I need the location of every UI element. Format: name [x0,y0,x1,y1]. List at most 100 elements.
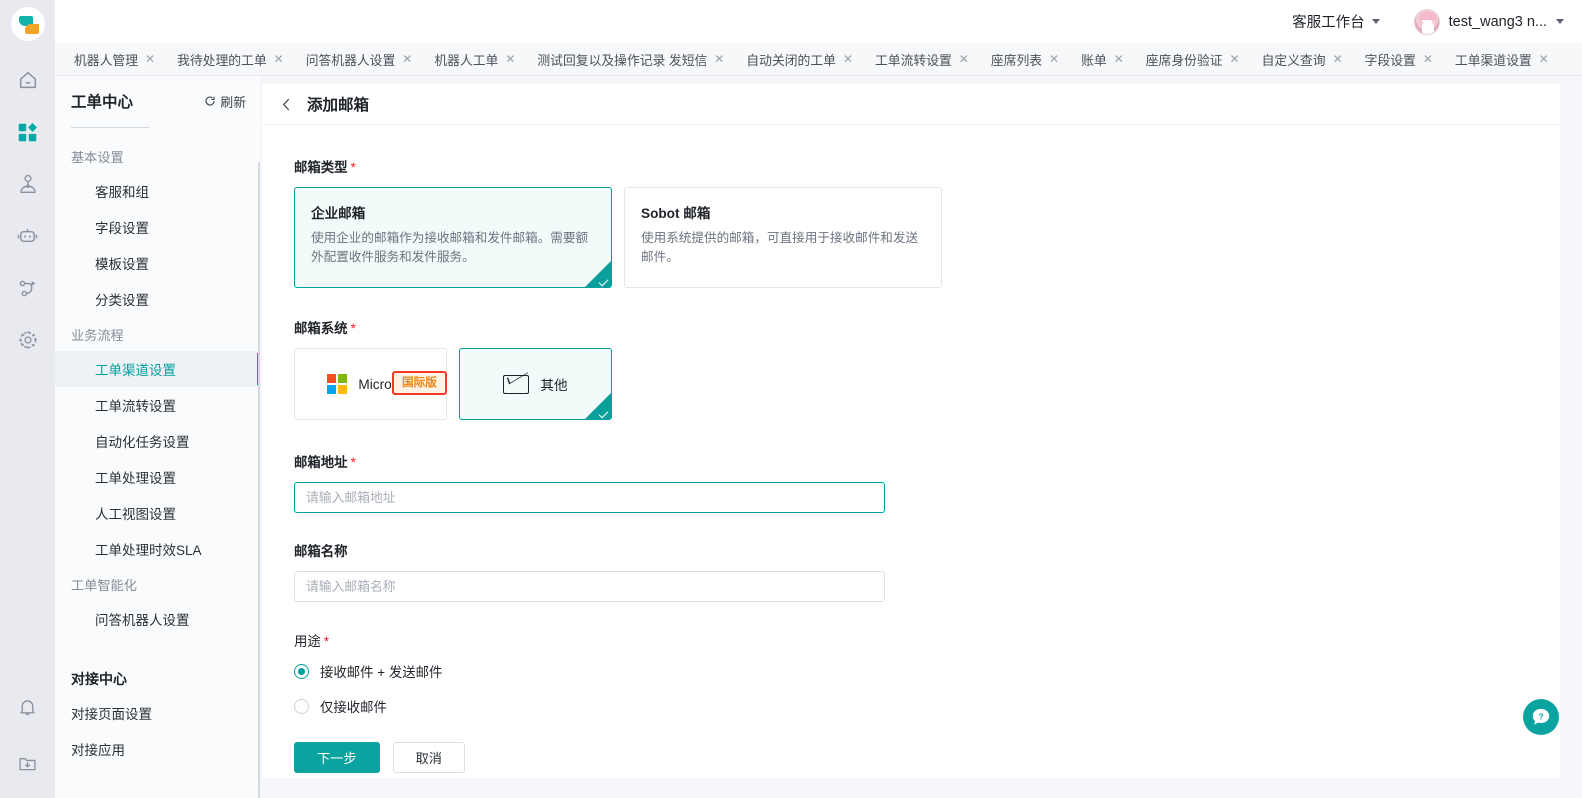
user-name: test_wang3 n... [1448,13,1547,30]
mailbox-system-label: 邮箱系统 * [294,317,1560,337]
download-folder-icon[interactable] [15,750,41,776]
tab-close-icon[interactable]: ✕ [402,53,412,65]
microsoft-logo-icon [327,374,348,394]
mailbox-system-label-text: 邮箱系统 [294,321,348,336]
tab-item[interactable]: 机器人工单 ✕ [423,43,526,75]
sidebar-item[interactable]: 自动化任务设置 [55,423,260,459]
workbench-switcher[interactable]: 客服工作台 [1292,11,1380,32]
refresh-button[interactable]: 刷新 [204,92,246,111]
tab-label: 机器人管理 [74,52,138,68]
mailbox-address-input[interactable] [294,482,885,513]
chevron-down-icon [1371,19,1380,24]
tab-item[interactable]: 测试回复以及操作记录 发短信 ✕ [526,43,735,75]
option-description: 使用系统提供的邮箱，可直接用于接收邮件和发送邮件。 [641,231,919,264]
home-icon[interactable] [15,67,41,93]
envelope-icon [503,374,530,394]
scrolled-partial-item: ———————— [71,122,149,134]
logo-orange-shape [24,24,39,34]
sidebar-item[interactable]: 对接页面设置 [55,695,260,731]
sidebar-item[interactable]: 字段设置 [55,209,260,245]
tab-label: 自动关闭的工单 [746,52,836,68]
bell-icon[interactable] [15,694,41,720]
mailbox-type-options: 企业邮箱 使用企业的邮箱作为接收邮箱和发件邮箱。需要额外配置收件服务和发件服务。… [294,187,1560,288]
usage-option-receive-only[interactable]: 仅接收邮件 [294,696,1560,716]
tab-item[interactable]: 座席列表 ✕ [980,43,1070,75]
sidebar-item[interactable]: 问答机器人设置 [55,601,260,637]
usage-option-receive-send[interactable]: 接收邮件 + 发送邮件 [294,661,1560,681]
sidebar-item[interactable]: 工单流转设置 [55,387,260,423]
tab-close-icon[interactable]: ✕ [1049,53,1059,65]
top-header: 客服工作台 test_wang3 n... [55,0,1582,43]
tab-close-icon[interactable]: ✕ [1230,53,1240,65]
sidebar-item[interactable]: 分类设置 [55,281,260,317]
tab-item[interactable]: 机器人管理 ✕ [63,43,166,75]
tab-close-icon[interactable]: ✕ [1114,53,1124,65]
tab-strip[interactable]: 机器人管理 ✕ 我待处理的工单 ✕ 问答机器人设置 ✕ 机器人工单 ✕ 测试回复以及操作记录 发… [55,43,1582,76]
tab-label: 座席列表 [990,52,1043,68]
back-arrow-icon[interactable] [279,97,294,112]
sobot-logo[interactable] [10,7,45,41]
apps-grid-icon[interactable] [15,119,41,145]
tab-item[interactable]: 座席身份验证 ✕ [1135,43,1251,75]
tab-close-icon[interactable]: ✕ [959,53,969,65]
tab-close-icon[interactable]: ✕ [843,53,853,65]
nav-group-label: 业务流程 [71,328,124,343]
tab-close-icon[interactable]: ✕ [714,53,724,65]
tab-close-icon[interactable]: ✕ [274,53,284,65]
app-root: 客服工作台 test_wang3 n... 机器人管理 ✕ 我待处理的工单 ✕ 问答机器… [0,0,1582,798]
tab-close-icon[interactable]: ✕ [505,53,515,65]
sidebar-item[interactable]: 客服和组 [55,173,260,209]
main-panel: 添加邮箱 邮箱类型 * 企业邮箱 使用企业的邮箱作为接收邮箱和发件邮箱。需要额外配… [262,84,1560,778]
nav-section-title: 对接中心 [71,671,127,687]
gear-icon[interactable] [15,327,41,353]
required-star: * [350,321,356,336]
usage-label-text: 用途 [294,634,321,649]
sidebar-item[interactable]: 工单渠道设置 [55,351,260,387]
tab-item[interactable]: 自定义查询 ✕ [1251,43,1354,75]
radio-button[interactable] [294,698,309,714]
tab-close-icon[interactable]: ✕ [1423,53,1433,65]
sidebar-scrollbar[interactable] [258,162,260,798]
option-title: 企业邮箱 [311,206,366,221]
tab-item[interactable]: 工单渠道设置 ✕ [1444,43,1560,75]
robot-icon[interactable] [15,223,41,249]
tab-close-icon[interactable]: ✕ [1539,53,1549,65]
cancel-button[interactable]: 取消 [392,742,465,773]
workflow-icon[interactable] [15,275,41,301]
mailbox-type-option-sobot[interactable]: Sobot 邮箱 使用系统提供的邮箱，可直接用于接收邮件和发送邮件。 [624,187,942,288]
tab-close-icon[interactable]: ✕ [1333,53,1343,65]
next-step-button[interactable]: 下一步 [294,742,380,773]
svg-text:?: ? [1538,711,1543,721]
page-title: 工单中心 [71,94,134,111]
tab-item[interactable]: 工单流转设置 ✕ [864,43,980,75]
tab-item[interactable]: 问答机器人设置 ✕ [295,43,424,75]
tab-item[interactable]: 字段设置 ✕ [1354,43,1444,75]
sidebar-item[interactable]: 对接应用 [55,731,260,767]
radio-button[interactable] [294,663,309,679]
rail-icon-list [15,67,41,353]
sidebar-item[interactable]: 模板设置 [55,245,260,281]
usage-label: 用途 * [294,630,1560,650]
radio-label: 接收邮件 + 发送邮件 [320,665,443,680]
agent-person-icon[interactable] [15,171,41,197]
required-star: * [350,455,356,470]
mailbox-name-input[interactable] [294,571,885,602]
mailbox-type-option-enterprise[interactable]: 企业邮箱 使用企业的邮箱作为接收邮箱和发件邮箱。需要额外配置收件服务和发件服务。 [294,187,612,288]
mailbox-type-label-text: 邮箱类型 [294,160,348,175]
mailbox-system-option-other[interactable]: 其他 [459,348,612,420]
help-chat-icon: ? [1532,708,1550,725]
tab-item[interactable]: 我待处理的工单 ✕ [166,43,295,75]
sidebar-item[interactable]: 人工视图设置 [55,495,260,531]
help-button[interactable]: ? [1523,699,1559,735]
tab-item[interactable]: 账单 ✕ [1070,43,1135,75]
main-title: 添加邮箱 [307,97,370,114]
mailbox-name-label: 邮箱名称 [294,540,1560,560]
tab-label: 座席身份验证 [1145,52,1223,68]
mailbox-system-options: Microsoft 其他 国际版 [294,348,1560,420]
tab-label: 测试回复以及操作记录 发短信 [537,52,708,68]
sidebar-item[interactable]: 工单处理设置 [55,459,260,495]
tab-item[interactable]: 自动关闭的工单 ✕ [735,43,864,75]
user-menu[interactable]: test_wang3 n... [1413,8,1564,35]
tab-close-icon[interactable]: ✕ [145,53,155,65]
sidebar-item[interactable]: 工单处理时效SLA [55,531,260,567]
